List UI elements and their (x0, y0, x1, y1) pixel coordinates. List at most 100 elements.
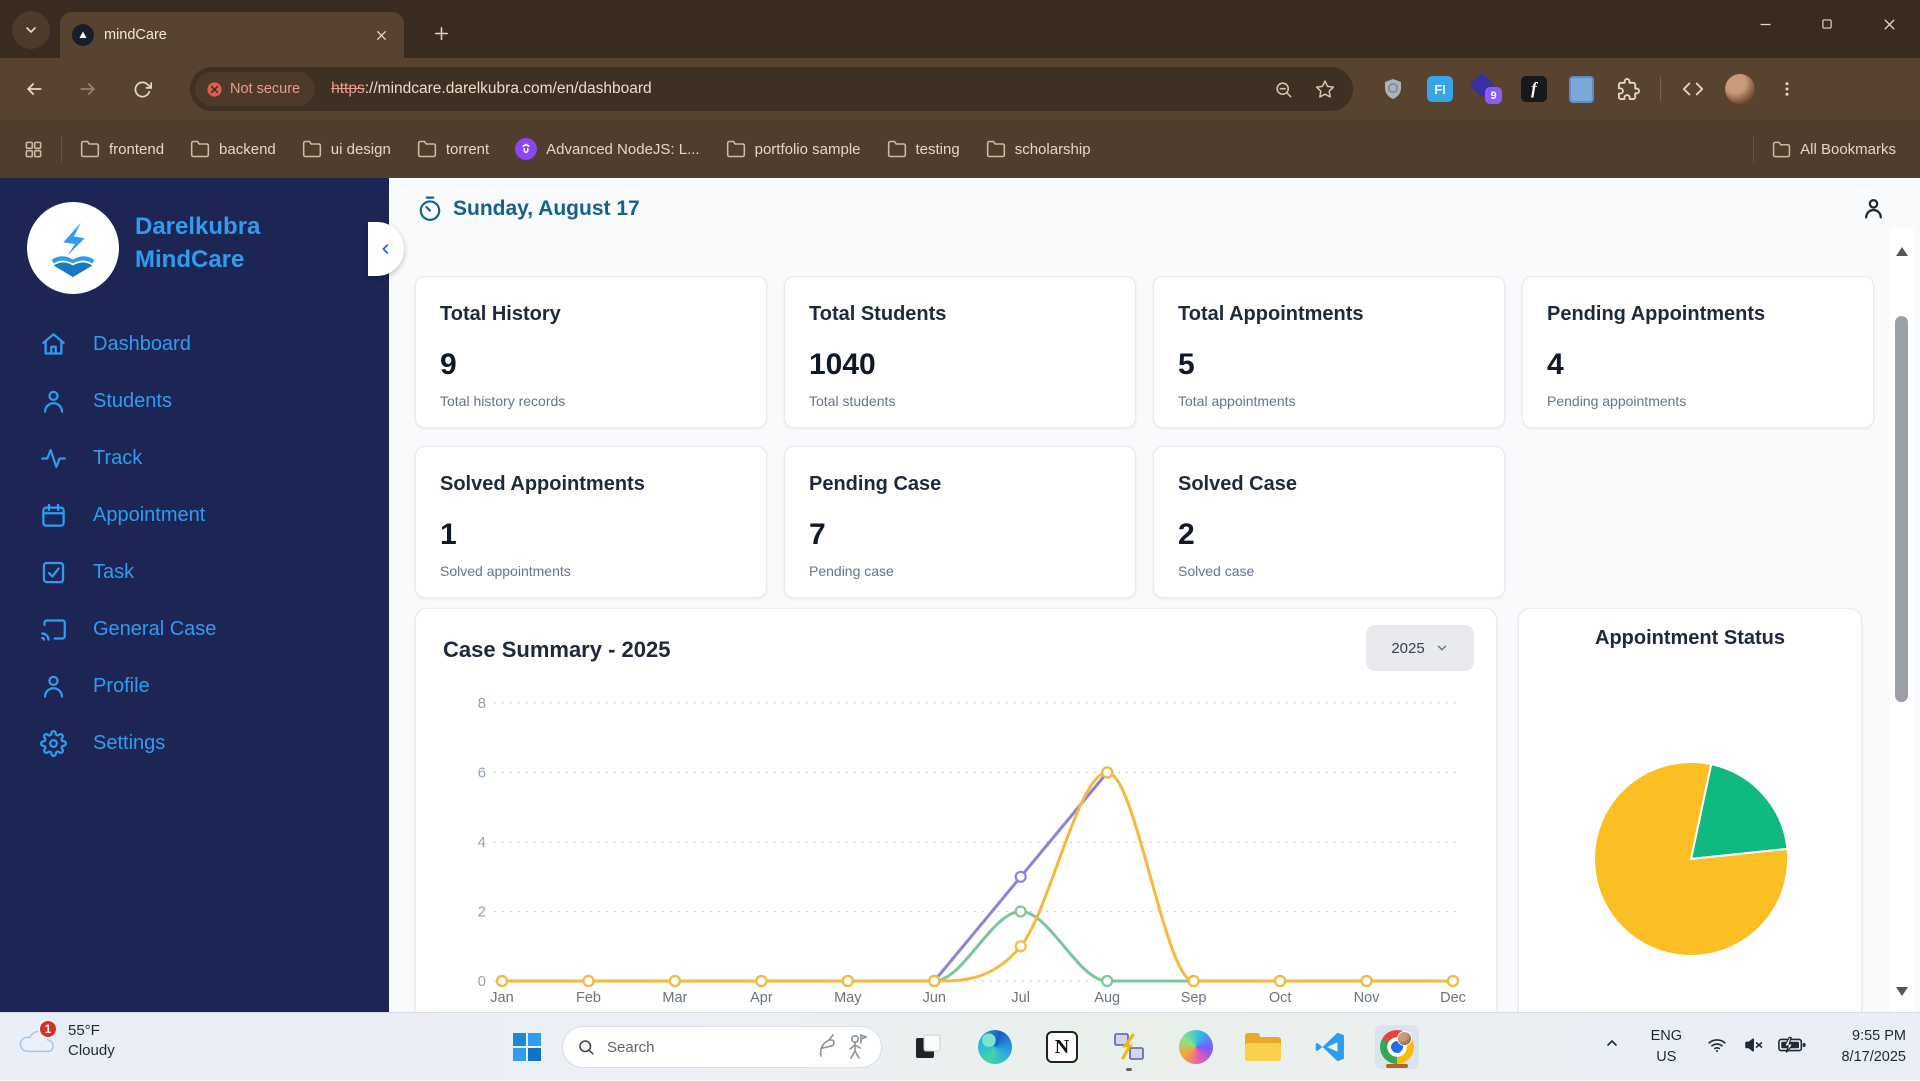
bookmark-item-torrent[interactable]: torrent (407, 133, 499, 165)
not-secure-chip[interactable]: Not secure (195, 72, 316, 106)
svg-text:2: 2 (478, 904, 486, 921)
bookmark-item-scholarship[interactable]: scholarship (976, 133, 1101, 165)
remote-desktop-app-icon[interactable] (1107, 1025, 1151, 1071)
snip-app-icon[interactable] (906, 1025, 950, 1069)
all-bookmarks-button[interactable]: All Bookmarks (1762, 134, 1906, 165)
bookmark-label: portfolio sample (754, 140, 861, 158)
window-close-button[interactable] (1858, 0, 1920, 48)
vscode-app-icon[interactable] (1308, 1025, 1352, 1069)
fx-extension-icon[interactable]: f (1519, 74, 1549, 104)
volume-muted-icon[interactable] (1743, 1035, 1765, 1055)
browser-tab[interactable]: mindCare (60, 12, 404, 58)
bookmarks-bar: frontend backend ui design torrent Advanced … (0, 120, 1920, 178)
tray-date: 8/17/2025 (1841, 1049, 1906, 1065)
profile-avatar[interactable] (1725, 74, 1755, 104)
page-scrollbar[interactable] (1890, 228, 1914, 1012)
stat-subtitle: Solved case (1178, 563, 1255, 579)
sidebar-item-appointment[interactable]: Appointment (0, 487, 389, 544)
date-text: Sunday, August 17 (453, 197, 640, 220)
timer-icon (419, 196, 441, 221)
address-bar[interactable]: Not secure https://mindcare.darelkubra.c… (190, 67, 1353, 111)
shield-extension-icon[interactable] (1378, 74, 1408, 104)
tray-expand-icon[interactable] (1604, 1035, 1620, 1051)
taskbar-search[interactable]: Search (562, 1026, 882, 1068)
weather-widget[interactable]: 1 55°F Cloudy (16, 1019, 115, 1061)
all-bookmarks-label: All Bookmarks (1800, 140, 1896, 158)
scroll-up-button[interactable] (1890, 236, 1914, 266)
tab-close-icon[interactable] (370, 24, 392, 46)
sidebar-item-profile[interactable]: Profile (0, 658, 389, 715)
sidebar-item-label: Dashboard (93, 333, 191, 355)
new-tab-button[interactable] (424, 16, 458, 50)
scrollbar-thumb[interactable] (1895, 316, 1908, 702)
nine-extension-icon[interactable]: 9 (1469, 72, 1502, 104)
doc-extension-icon[interactable] (1566, 74, 1596, 104)
bookmarks-left: frontend backend ui design torrent Advanced … (14, 132, 1101, 166)
apps-grid-icon[interactable] (14, 134, 53, 165)
chevron-down-icon (26, 27, 36, 34)
search-highlight-doodle (819, 1034, 867, 1059)
bookmark-star-icon[interactable] (1315, 79, 1335, 99)
fi-extension-icon[interactable]: FI (1425, 74, 1455, 104)
home-icon (40, 331, 67, 358)
bookmark-item-portfolio-sample[interactable]: portfolio sample (716, 133, 871, 165)
clock-widget[interactable]: 9:55 PM 8/17/2025 (1841, 1026, 1906, 1068)
appointment-status-pie-chart (1593, 761, 1790, 957)
bookmark-item-backend[interactable]: backend (180, 133, 286, 165)
sidebar-item-students[interactable]: Students (0, 373, 389, 430)
sidebar-item-settings[interactable]: Settings (0, 715, 389, 772)
year-dropdown[interactable]: 2025 (1366, 625, 1474, 671)
bookmark-item-testing[interactable]: testing (877, 133, 970, 165)
cast-icon (40, 616, 67, 643)
browser-menu-icon[interactable] (1772, 74, 1802, 104)
sidebar-item-dashboard[interactable]: Dashboard (0, 316, 389, 373)
extensions-puzzle-icon[interactable] (1613, 74, 1643, 104)
sidebar-item-task[interactable]: Task (0, 544, 389, 601)
edge-app-icon[interactable] (973, 1025, 1017, 1069)
notion-app-icon[interactable]: N (1040, 1025, 1084, 1069)
sidebar-item-label: General Case (93, 618, 217, 640)
copilot-app-icon[interactable] (1174, 1025, 1218, 1069)
zoom-icon[interactable] (1274, 80, 1293, 99)
stat-card-solved-case: Solved Case 2 Solved case (1153, 446, 1505, 598)
stat-subtitle: Solved appointments (440, 563, 571, 579)
bookmark-item-frontend[interactable]: frontend (70, 133, 174, 165)
sidebar-item-track[interactable]: Track (0, 430, 389, 487)
stat-value: 5 (1178, 348, 1195, 381)
window-minimize-button[interactable] (1734, 0, 1796, 48)
scroll-down-button[interactable] (1890, 976, 1914, 1006)
devtools-code-icon[interactable] (1678, 74, 1708, 104)
stat-card-pending-appointments: Pending Appointments 4 Pending appointme… (1522, 276, 1874, 428)
start-button[interactable] (507, 1027, 547, 1067)
tray-time: 9:55 PM (1852, 1028, 1906, 1044)
bookmark-items: frontend backend ui design torrent Advanced … (70, 132, 1101, 166)
user-profile-icon[interactable] (1861, 196, 1886, 221)
back-button[interactable] (16, 71, 52, 107)
language-indicator[interactable]: ENG US (1651, 1026, 1682, 1068)
bookmark-item-ui-design[interactable]: ui design (292, 133, 401, 165)
window-maximize-button[interactable] (1796, 0, 1858, 48)
forward-button[interactable] (70, 71, 106, 107)
stat-card-total-history: Total History 9 Total history records (415, 276, 767, 428)
bookmark-item-advanced-nodejs-l[interactable]: Advanced NodeJS: L... (505, 132, 709, 166)
battery-charging-icon[interactable] (1778, 1035, 1806, 1055)
folder-icon (726, 139, 746, 159)
wifi-icon[interactable] (1706, 1035, 1728, 1055)
chrome-app-icon[interactable] (1375, 1025, 1419, 1069)
stat-card-total-students: Total Students 1040 Total students (784, 276, 1136, 428)
weather-icon: 1 (16, 1019, 58, 1057)
reload-button[interactable] (124, 71, 160, 107)
sidebar-item-label: Settings (93, 732, 166, 754)
chrome-profile-avatar (1397, 1031, 1412, 1046)
extensions-row: FI 9 f (1378, 67, 1802, 111)
file-explorer-icon[interactable] (1241, 1025, 1285, 1069)
tab-favicon-icon (72, 24, 94, 46)
windows-taskbar: 1 55°F Cloudy Search N ENG US 9:55 PM 8/… (0, 1012, 1920, 1080)
stats-row-2: Solved Appointments 1 Solved appointment… (415, 446, 1874, 598)
svg-text:Jan: Jan (490, 990, 513, 1006)
tab-search-button[interactable] (12, 11, 50, 49)
svg-text:8: 8 (478, 695, 486, 712)
running-indicator (1126, 1068, 1132, 1071)
sidebar-item-general-case[interactable]: General Case (0, 601, 389, 658)
svg-text:Nov: Nov (1354, 990, 1381, 1006)
